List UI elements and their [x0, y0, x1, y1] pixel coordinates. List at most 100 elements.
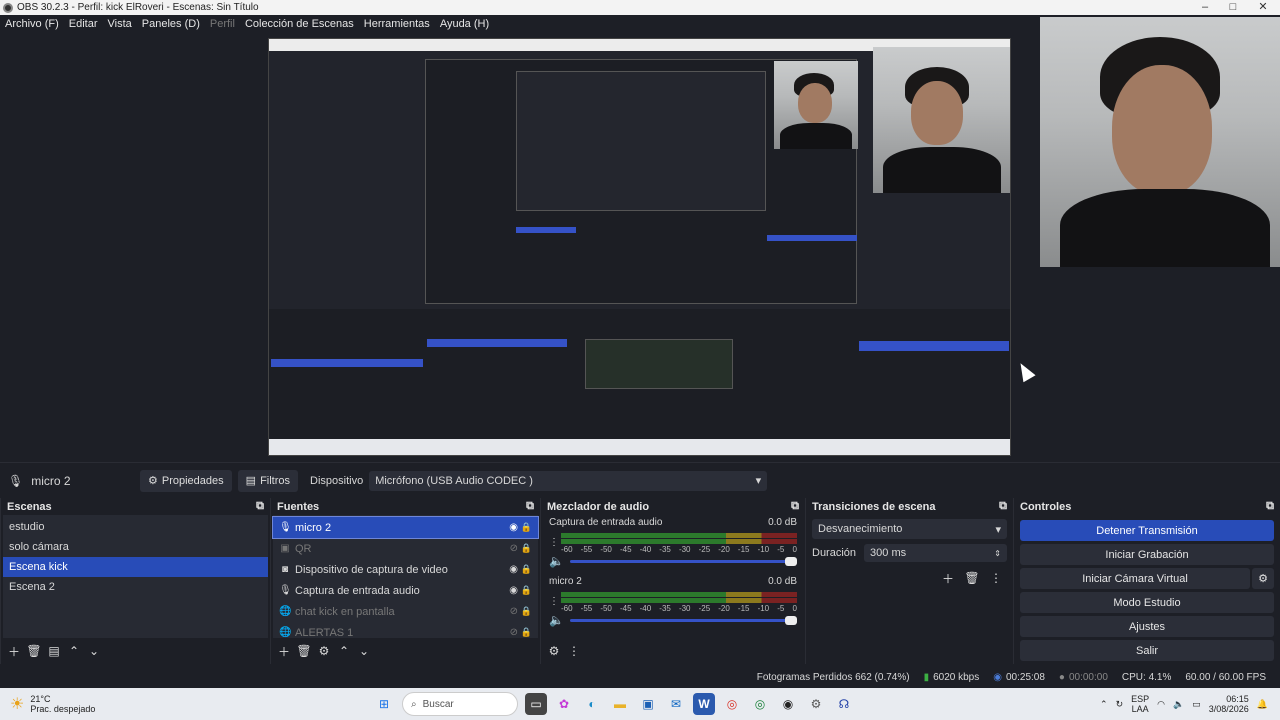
eye-hidden-icon[interactable]: ⊘ — [510, 606, 518, 617]
exit-button[interactable]: Salir — [1020, 640, 1274, 661]
source-item[interactable]: ▣ QR ⊘ 🔒 — [273, 538, 538, 559]
menu-archivo[interactable]: Archivo (F) — [0, 18, 64, 30]
move-up-icon[interactable]: ⌃ — [337, 644, 351, 658]
move-up-icon[interactable]: ⌃ — [67, 644, 81, 658]
gear-icon[interactable]: ⚙ — [317, 644, 331, 658]
minimize-icon[interactable]: – — [1190, 0, 1220, 15]
eye-hidden-icon[interactable]: ⊘ — [510, 543, 518, 554]
filter-icon[interactable]: ▤ — [47, 644, 61, 658]
settings-taskbar-icon[interactable]: ⚙ — [805, 693, 827, 715]
taskbar-search[interactable]: ⌕ Buscar — [402, 692, 518, 716]
eye-icon[interactable]: ◉ — [509, 522, 518, 533]
properties-button[interactable]: ⚙ Propiedades — [140, 469, 232, 492]
gear-icon[interactable]: ⚙ — [1252, 568, 1274, 589]
menu-paneles[interactable]: Paneles (D) — [137, 18, 205, 30]
scene-item-selected[interactable]: Escena kick — [3, 557, 268, 577]
device-select[interactable]: Micrófono (USB Audio CODEC ) ▾ — [369, 470, 768, 491]
scene-item[interactable]: Escena 2 — [3, 577, 268, 597]
mixer-title: Mezclador de audio — [547, 500, 650, 513]
transition-select[interactable]: Desvanecimiento ▾ — [812, 519, 1007, 539]
trash-icon[interactable]: 🗑 — [964, 571, 979, 585]
stop-streaming-button[interactable]: Detener Transmisión — [1020, 520, 1274, 541]
speaker-icon[interactable]: 🔈 — [549, 613, 564, 627]
volume-slider[interactable] — [569, 615, 797, 625]
speaker-icon[interactable]: 🔈 — [549, 554, 564, 568]
chrome-icon[interactable]: ◎ — [721, 693, 743, 715]
source-item[interactable]: 🎙 Captura de entrada audio ◉ 🔒 — [273, 580, 538, 601]
lock-icon[interactable]: 🔒 — [521, 627, 532, 638]
lock-icon[interactable]: 🔒 — [521, 606, 532, 617]
windows-taskbar: ☀ 21°C Prac. despejado ⊞ ⌕ Buscar ▭ ✿ ◐ … — [0, 688, 1280, 720]
word-icon[interactable]: W — [693, 693, 715, 715]
chevron-down-icon: ▾ — [755, 475, 762, 487]
menu-ayuda[interactable]: Ayuda (H) — [435, 18, 494, 30]
menu-coleccion-escenas[interactable]: Colección de Escenas — [240, 18, 359, 30]
scene-item[interactable]: solo cámara — [3, 537, 268, 557]
volume-slider[interactable] — [569, 556, 797, 566]
add-icon[interactable]: ＋ — [277, 644, 291, 659]
menu-editar[interactable]: Editar — [64, 18, 103, 30]
volume-icon[interactable]: 🔈 — [1173, 699, 1184, 710]
chrome-profile-icon[interactable]: ◎ — [749, 693, 771, 715]
more-vertical-icon[interactable]: ⋮ — [549, 596, 559, 607]
windows-start-icon[interactable]: ⊞ — [373, 693, 395, 715]
lock-icon[interactable]: 🔒 — [521, 522, 532, 533]
store-icon[interactable]: ▣ — [637, 693, 659, 715]
gear-icon[interactable]: ⚙ — [547, 644, 561, 658]
maximize-icon[interactable]: □ — [1218, 0, 1248, 15]
wifi-icon[interactable]: ◠ — [1157, 699, 1165, 710]
headset-icon[interactable]: ☊ — [833, 693, 855, 715]
edge-icon[interactable]: ◐ — [581, 693, 603, 715]
folder-icon[interactable]: ▬ — [609, 693, 631, 715]
outlook-icon[interactable]: ✉ — [665, 693, 687, 715]
menu-perfil[interactable]: Perfil — [205, 18, 240, 30]
clock[interactable]: 06:15 3/08/2026 — [1209, 694, 1249, 714]
undock-icon[interactable]: ⧉ — [256, 500, 264, 513]
lock-icon[interactable]: 🔒 — [521, 585, 532, 596]
window-title: OBS 30.2.3 - Perfil: kick ElRoveri - Esc… — [17, 2, 259, 13]
lock-icon[interactable]: 🔒 — [521, 564, 532, 575]
move-down-icon[interactable]: ⌄ — [357, 644, 371, 658]
weather-widget[interactable]: ☀ 21°C Prac. despejado — [10, 694, 370, 714]
more-vertical-icon[interactable]: ⋮ — [567, 644, 581, 658]
undock-icon[interactable]: ⧉ — [526, 500, 534, 513]
trash-icon[interactable]: 🗑 — [26, 644, 41, 658]
more-vertical-icon[interactable]: ⋮ — [549, 537, 559, 548]
battery-icon[interactable]: ▭ — [1192, 699, 1201, 710]
move-down-icon[interactable]: ⌄ — [87, 644, 101, 658]
sync-icon[interactable]: ↻ — [1116, 699, 1124, 710]
settings-button[interactable]: Ajustes — [1020, 616, 1274, 637]
language-indicator[interactable]: ESP LAA — [1131, 694, 1149, 714]
duration-input[interactable]: 300 ms ⇕ — [864, 544, 1007, 562]
spin-arrows-icon[interactable]: ⇕ — [994, 549, 1001, 558]
close-icon[interactable]: ✕ — [1248, 0, 1278, 15]
filters-button[interactable]: ▤ Filtros — [237, 469, 299, 492]
scene-item[interactable]: estudio — [3, 517, 268, 537]
more-vertical-icon[interactable]: ⋮ — [989, 571, 1003, 585]
source-item[interactable]: ◙ Dispositivo de captura de video ◉ 🔒 — [273, 559, 538, 580]
lock-icon[interactable]: 🔒 — [521, 543, 532, 554]
trash-icon[interactable]: 🗑 — [296, 644, 311, 658]
start-virtual-camera-button[interactable]: Iniciar Cámara Virtual — [1020, 568, 1250, 589]
cpu-usage: CPU: 4.1% — [1121, 671, 1172, 683]
undock-icon[interactable]: ⧉ — [999, 500, 1007, 513]
menu-vista[interactable]: Vista — [103, 18, 137, 30]
source-item[interactable]: 🎙 micro 2 ◉ 🔒 — [272, 516, 539, 539]
undock-icon[interactable]: ⧉ — [791, 500, 799, 513]
copilot-icon[interactable]: ✿ — [553, 693, 575, 715]
studio-mode-button[interactable]: Modo Estudio — [1020, 592, 1274, 613]
menu-herramientas[interactable]: Herramientas — [359, 18, 435, 30]
file-explorer-icon[interactable]: ▭ — [525, 693, 547, 715]
obs-taskbar-icon[interactable]: ◉ — [777, 693, 799, 715]
eye-hidden-icon[interactable]: ⊘ — [510, 627, 518, 638]
eye-icon[interactable]: ◉ — [509, 585, 518, 596]
eye-icon[interactable]: ◉ — [509, 564, 518, 575]
add-icon[interactable]: ＋ — [941, 571, 955, 586]
source-item[interactable]: 🌐 chat kick en pantalla ⊘ 🔒 — [273, 601, 538, 622]
notification-bell-icon[interactable]: 🔔 — [1257, 699, 1268, 710]
chevron-up-icon[interactable]: ⌃ — [1100, 699, 1108, 710]
preview-canvas[interactable] — [0, 17, 1280, 462]
start-recording-button[interactable]: Iniciar Grabación — [1020, 544, 1274, 565]
undock-icon[interactable]: ⧉ — [1266, 500, 1274, 513]
add-icon[interactable]: ＋ — [7, 644, 21, 659]
